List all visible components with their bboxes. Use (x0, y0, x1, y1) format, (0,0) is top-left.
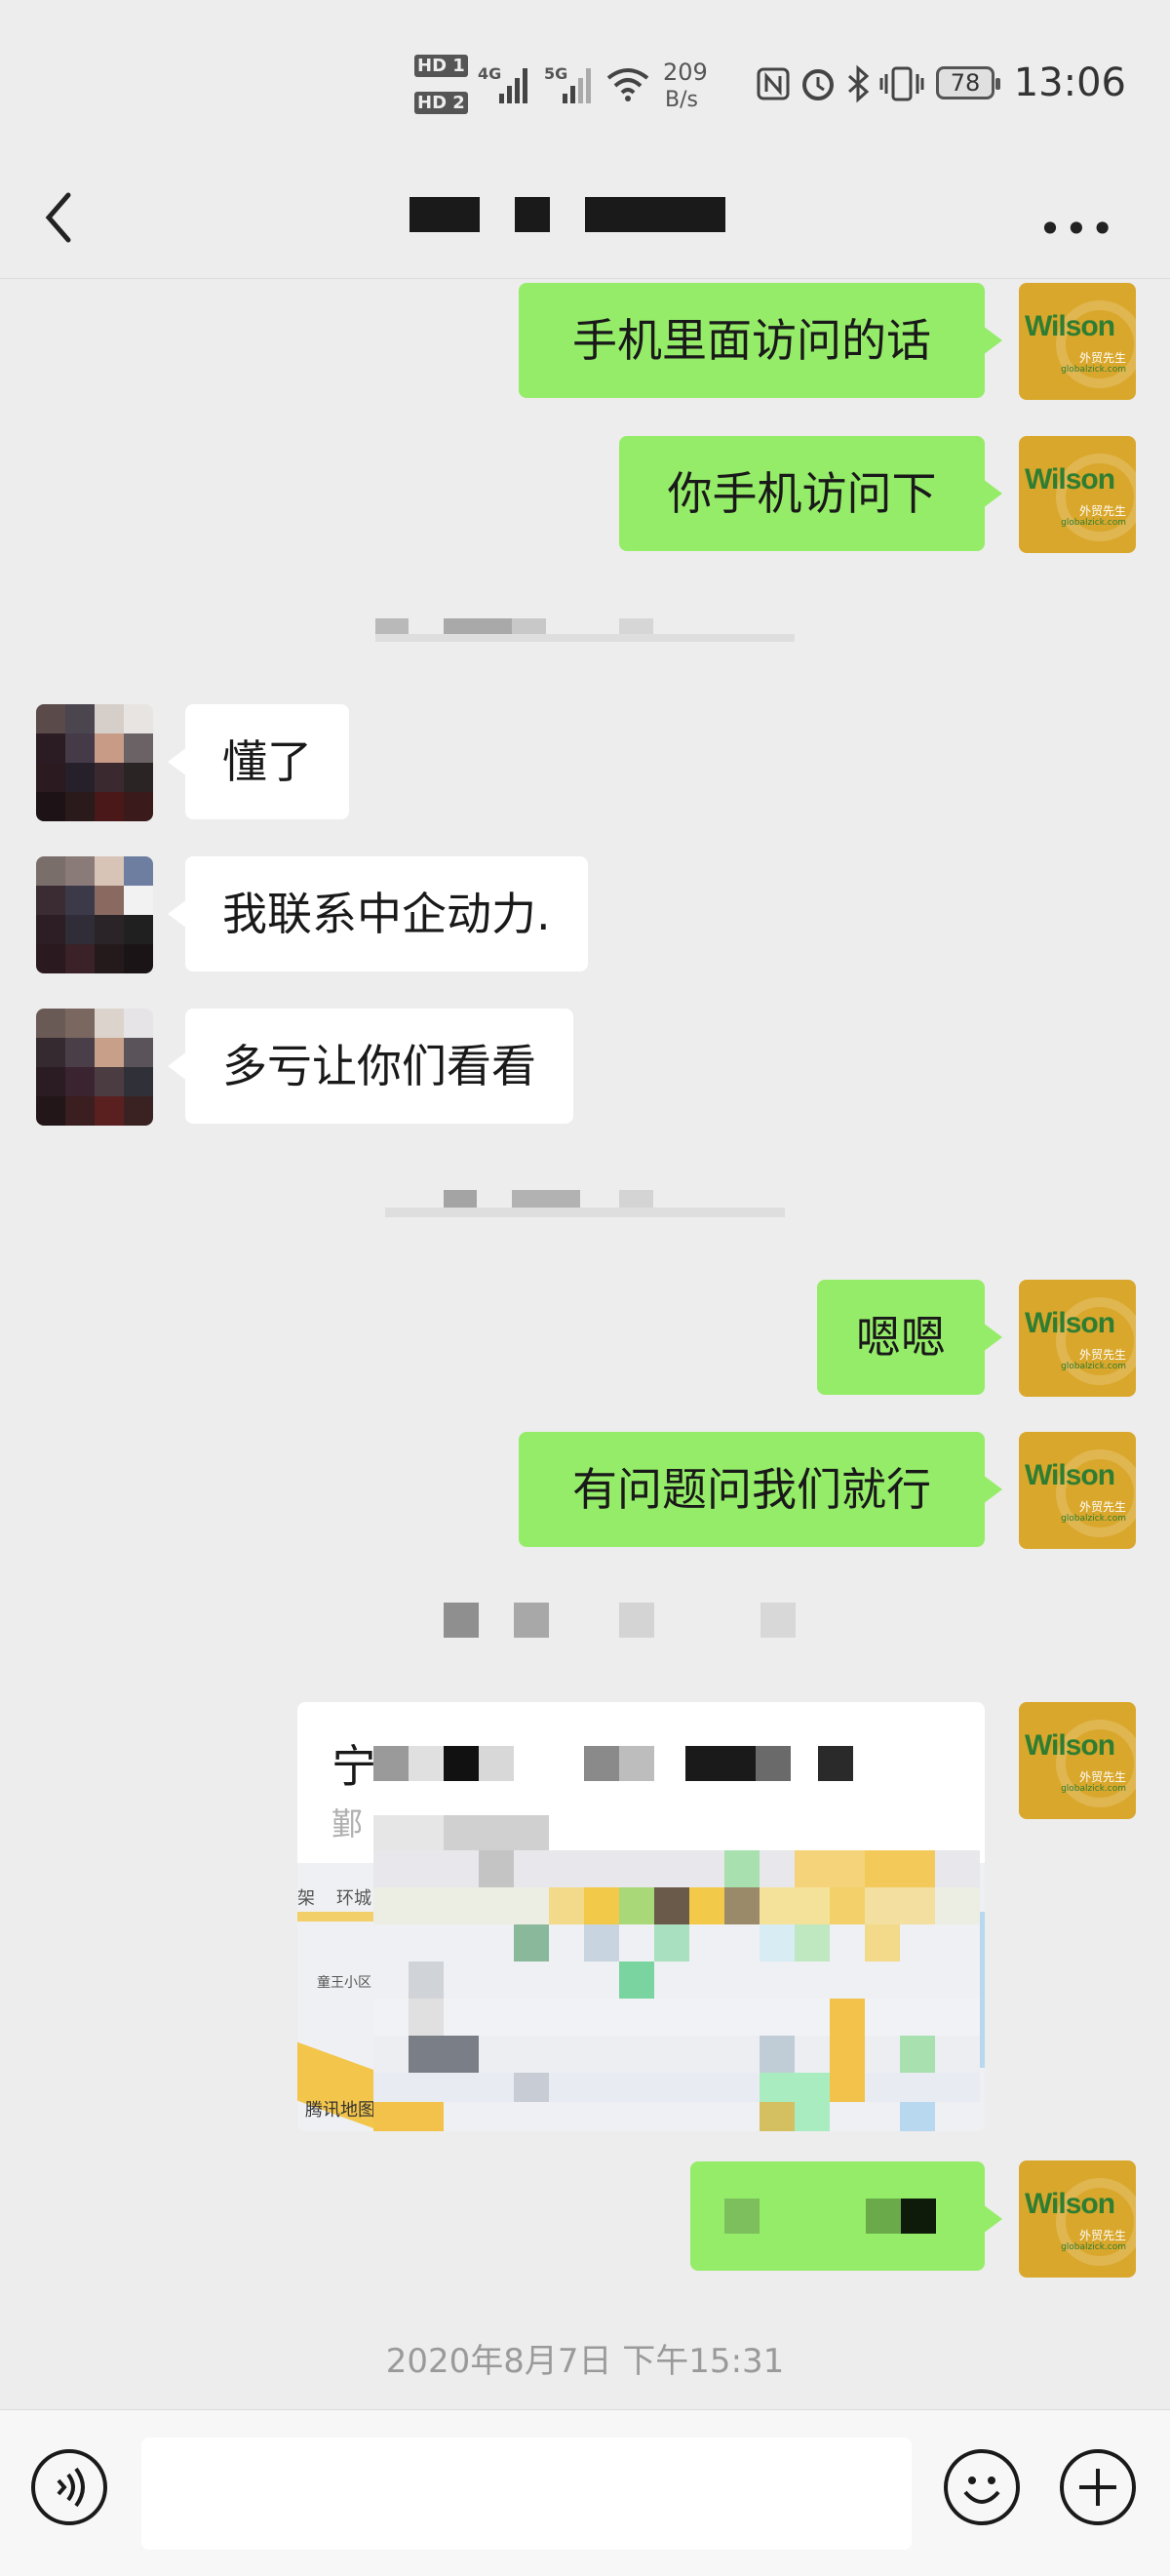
my-avatar[interactable]: Wilson 外贸先生 globalzick.com (1019, 436, 1136, 553)
clock-time: 13:06 (1013, 60, 1126, 105)
contact-message-bubble[interactable]: 多亏让你们看看 (168, 1009, 573, 1124)
status-bar: HD 1 HD 2 4G 5G 209 B/s 78 13:06 (0, 0, 1170, 166)
location-redaction-mosaic (373, 1702, 980, 2131)
my-message-bubble[interactable]: 嗯嗯 (817, 1280, 1002, 1395)
wifi-icon (606, 68, 649, 101)
location-message-card[interactable]: 宁 鄞 架 环城 童王小区 南路 公路 营处 腾讯地图 (297, 1702, 985, 2131)
voice-icon[interactable] (31, 2449, 107, 2525)
net-speed-unit: B/s (665, 88, 698, 112)
chat-header: ••• (0, 156, 1170, 279)
my-avatar[interactable]: Wilson 外贸先生 globalzick.com (1019, 1702, 1136, 1819)
my-message-bubble[interactable]: 有问题问我们就行 (519, 1432, 1002, 1547)
contact-avatar[interactable] (36, 704, 153, 821)
timestamp-divider-redacted (375, 618, 795, 642)
my-avatar[interactable]: Wilson 外贸先生 globalzick.com (1019, 1280, 1136, 1397)
my-avatar[interactable]: Wilson 外贸先生 globalzick.com (1019, 283, 1136, 400)
vibrate-icon (879, 66, 924, 101)
hd2-indicator: HD 2 (414, 92, 468, 114)
plus-icon[interactable] (1060, 2449, 1136, 2525)
more-options-icon[interactable]: ••• (1038, 205, 1116, 253)
signal1-icon (499, 68, 527, 103)
contact-avatar[interactable] (36, 1009, 153, 1126)
battery-indicator: 78 (936, 66, 1000, 99)
contact-avatar[interactable] (36, 856, 153, 973)
my-message-bubble[interactable]: 你手机访问下 (619, 436, 1002, 551)
location-title: 宁 (332, 1740, 376, 1793)
timestamp-divider: 2020年8月7日 下午15:31 (385, 2342, 785, 2381)
my-message-bubble[interactable]: 手机里面访问的话 (519, 283, 1002, 398)
my-message-bubble-redacted[interactable] (690, 2161, 1002, 2271)
location-subtitle: 鄞 (332, 1805, 364, 1843)
emoji-icon[interactable] (944, 2449, 1020, 2525)
my-avatar[interactable]: Wilson 外贸先生 globalzick.com (1019, 2160, 1136, 2278)
contact-message-bubble[interactable]: 我联系中企动力. (168, 856, 588, 971)
map-provider-logo: 腾讯地图 (305, 2100, 375, 2120)
my-avatar[interactable]: Wilson 外贸先生 globalzick.com (1019, 1432, 1136, 1549)
chat-title (0, 156, 1170, 278)
net-speed-value: 209 (663, 59, 708, 86)
bluetooth-icon (848, 64, 870, 103)
input-bar (0, 2409, 1170, 2576)
message-input[interactable] (141, 2437, 912, 2550)
nfc-icon (757, 67, 790, 100)
alarm-icon (802, 69, 834, 100)
timestamp-divider-redacted (444, 1603, 800, 1638)
timestamp-divider-redacted (385, 1190, 785, 1219)
signal2-icon (563, 68, 591, 103)
hd1-indicator: HD 1 (414, 55, 468, 77)
contact-message-bubble[interactable]: 懂了 (168, 704, 349, 819)
